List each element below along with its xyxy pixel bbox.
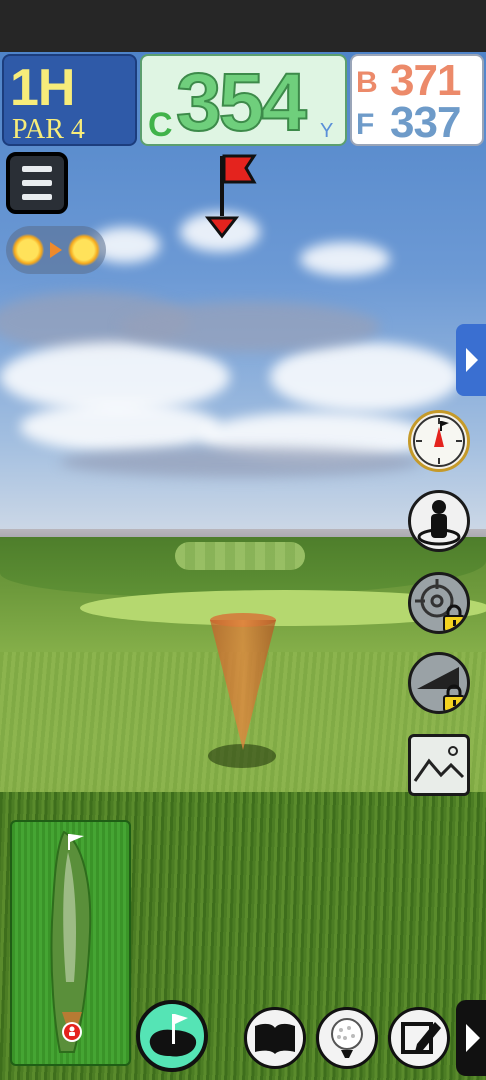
fairway	[175, 542, 305, 570]
ball-button[interactable]	[316, 1007, 378, 1069]
flag-icon	[204, 154, 257, 239]
back-label: B	[356, 66, 378, 99]
distance-value: 354	[175, 56, 308, 146]
hole-minimap[interactable]	[10, 820, 131, 1066]
distance-panel: C 354 Y	[140, 54, 347, 146]
aim-cone-icon[interactable]	[209, 612, 277, 752]
front-distance: 337	[390, 98, 461, 147]
golf-ball-icon	[331, 1018, 363, 1058]
hole-layout-map	[50, 830, 92, 1053]
side-panel-toggle[interactable]	[456, 324, 486, 396]
hamburger-icon	[22, 180, 52, 186]
distance-unit: Y	[320, 120, 334, 142]
cloud	[60, 447, 420, 477]
hole-overview-button[interactable]	[136, 1000, 208, 1072]
edit-button[interactable]	[388, 1007, 450, 1069]
arrow-right-icon	[50, 242, 62, 258]
cloud	[270, 342, 460, 412]
sun-icon	[12, 234, 44, 266]
distance-prefix: C	[148, 106, 173, 144]
hole-info-panel: 1H PAR 4	[2, 54, 137, 146]
hole-par: PAR 4	[12, 114, 85, 145]
menu-button[interactable]	[6, 152, 68, 214]
front-label: F	[356, 108, 375, 141]
book-icon	[255, 1023, 295, 1054]
hole-flag-icon	[149, 1014, 197, 1057]
sun-icon	[68, 234, 100, 266]
back-distance-row: B 371	[356, 56, 484, 105]
scorebook-button[interactable]	[244, 1007, 306, 1069]
lock-icon	[443, 684, 465, 711]
image-icon	[413, 746, 465, 782]
cloud	[20, 402, 220, 452]
player-marker-icon	[62, 1022, 82, 1042]
compass-button[interactable]	[408, 410, 470, 472]
hamburger-icon	[22, 166, 52, 172]
person-icon	[417, 500, 461, 546]
photo-button[interactable]	[408, 734, 470, 796]
status-bar	[0, 0, 486, 52]
cloud	[120, 302, 380, 352]
hole-number: 1H	[10, 59, 75, 117]
compass-icon	[413, 415, 465, 467]
aim-lock-button[interactable]	[408, 572, 470, 634]
cloud	[300, 242, 390, 276]
weather-indicator	[6, 226, 106, 274]
pencil-icon	[401, 1022, 441, 1054]
next-button[interactable]	[456, 1000, 486, 1076]
slope-lock-button[interactable]	[408, 652, 470, 714]
lock-icon	[443, 604, 465, 631]
front-distance-row: F 337	[356, 98, 484, 147]
back-front-panel: B 371 F 337	[350, 54, 484, 147]
player-view-button[interactable]	[408, 490, 470, 552]
hamburger-icon	[22, 194, 52, 200]
